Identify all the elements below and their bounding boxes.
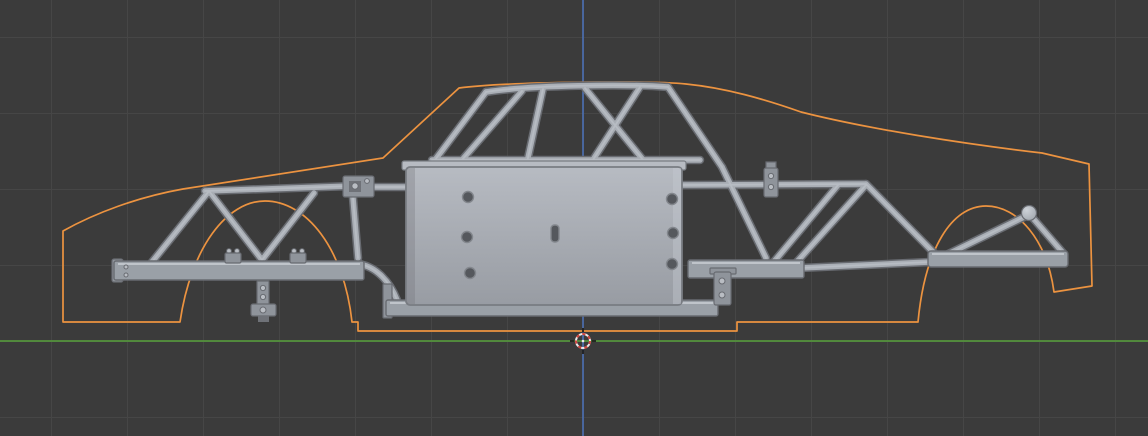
rail-clamp bbox=[290, 253, 306, 263]
hanging-bracket bbox=[257, 281, 269, 306]
panel-hole bbox=[667, 259, 678, 270]
center-box-panel[interactable] bbox=[402, 161, 686, 305]
bolt-head bbox=[768, 184, 773, 189]
box-side-panel[interactable] bbox=[406, 167, 682, 305]
panel-hole bbox=[463, 192, 474, 203]
panel-hole bbox=[462, 232, 473, 243]
pin-head bbox=[352, 183, 358, 189]
box-left-shade bbox=[407, 168, 415, 304]
panel-slot bbox=[551, 225, 559, 242]
cursor-center-dot bbox=[582, 340, 585, 343]
bolt-head bbox=[124, 265, 128, 269]
bolt-head bbox=[768, 173, 773, 178]
bolt-head bbox=[260, 307, 266, 313]
3d-viewport[interactable] bbox=[0, 0, 1148, 436]
rear-strut-ball-end bbox=[1022, 206, 1037, 221]
viewport-canvas[interactable] bbox=[0, 0, 1148, 436]
bolt-head bbox=[260, 294, 265, 299]
panel-hole bbox=[667, 194, 678, 205]
panel-hole bbox=[465, 268, 476, 279]
shock-mount-bracket bbox=[764, 168, 778, 197]
panel-hole bbox=[668, 228, 679, 239]
bolt-head bbox=[719, 292, 725, 298]
bolt-head bbox=[124, 273, 128, 277]
step-bracket bbox=[714, 272, 731, 305]
bolt-head bbox=[365, 179, 370, 184]
rail-clamp bbox=[225, 253, 241, 263]
bracket-foot bbox=[258, 316, 269, 322]
bolt-head bbox=[719, 278, 725, 284]
bolt-head bbox=[260, 285, 265, 290]
